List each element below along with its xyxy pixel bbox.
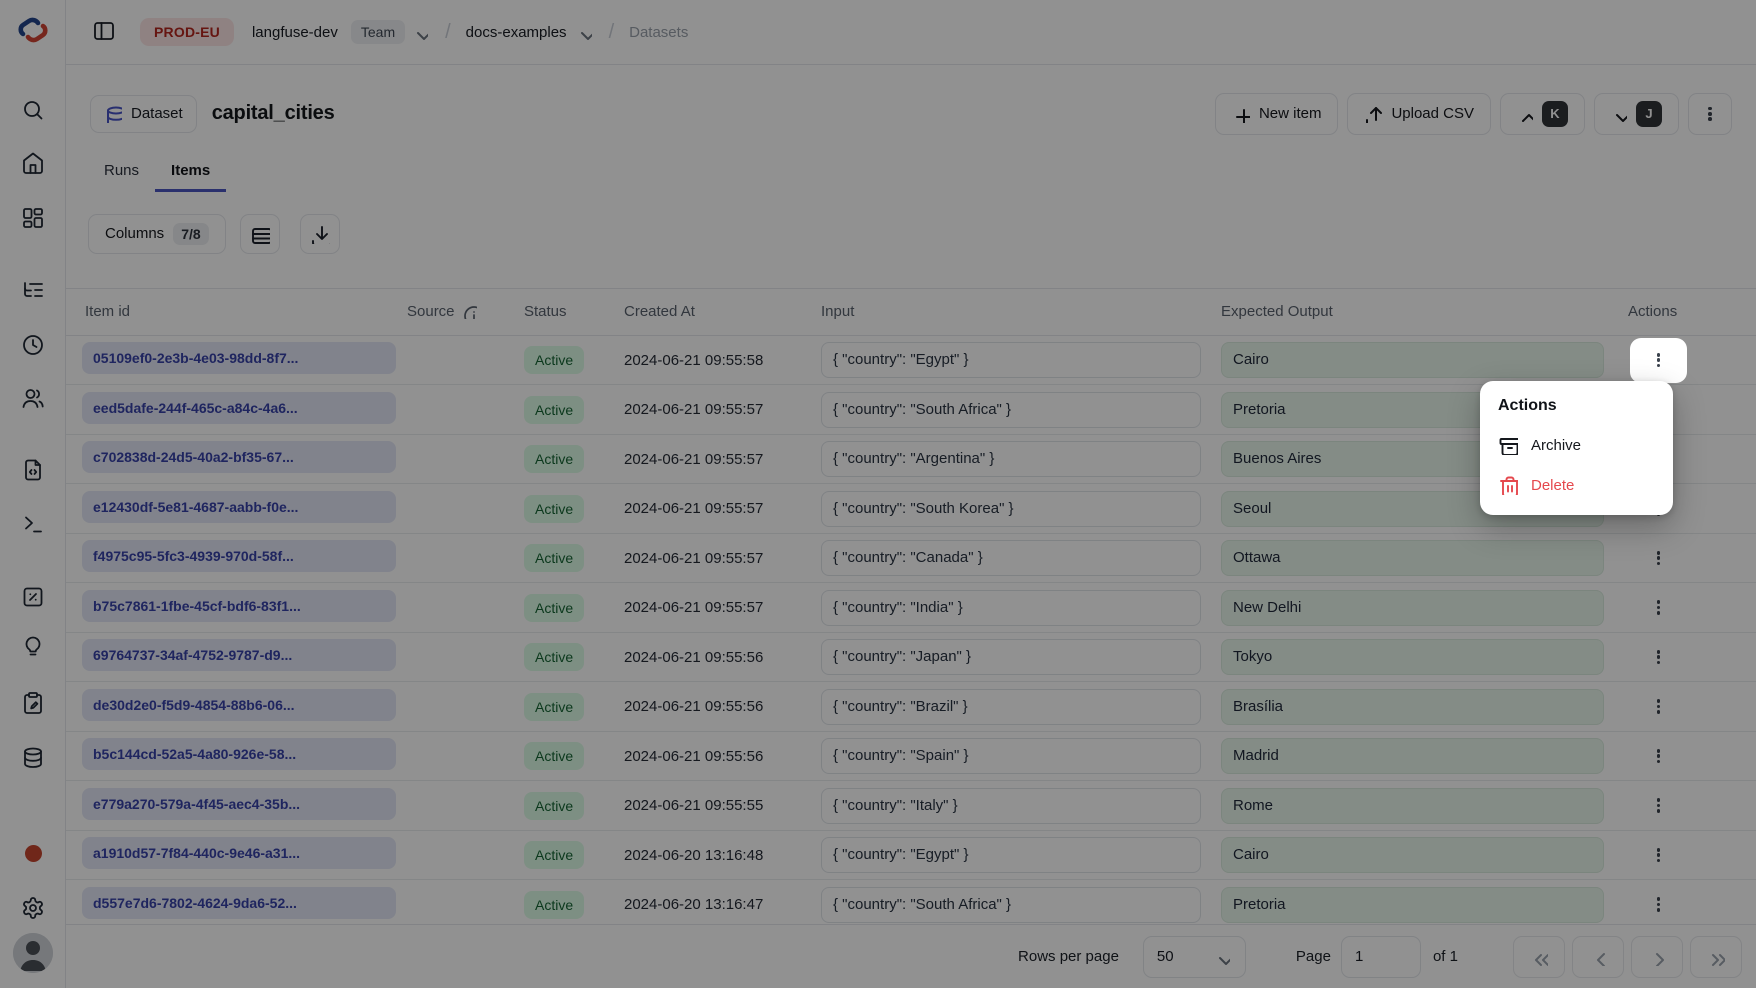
archive-icon — [1498, 435, 1518, 455]
actions-menu-title: Actions — [1480, 393, 1673, 425]
row-actions-menu: Actions Archive Delete — [1480, 381, 1673, 515]
kebab-icon — [1657, 351, 1661, 369]
menu-item-label: Archive — [1531, 437, 1581, 454]
menu-item-label: Delete — [1531, 477, 1574, 494]
row-actions-button[interactable] — [1630, 338, 1687, 383]
menu-item-delete[interactable]: Delete — [1480, 465, 1673, 505]
menu-item-archive[interactable]: Archive — [1480, 425, 1673, 465]
trash-icon — [1498, 475, 1518, 495]
